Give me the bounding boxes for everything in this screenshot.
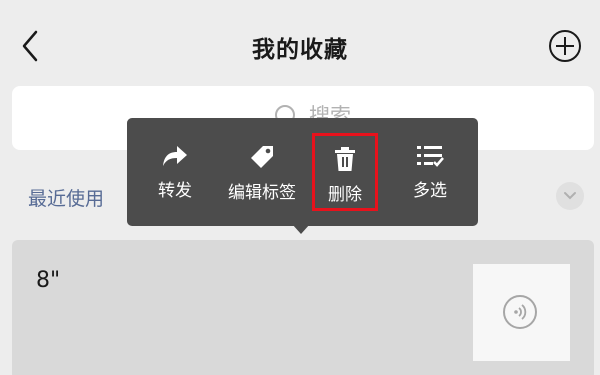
menu-item-multi-select[interactable]: 多选 — [399, 118, 461, 226]
forward-icon — [163, 146, 187, 166]
menu-item-label: 编辑标签 — [228, 183, 296, 203]
favorite-item-thumbnail — [473, 264, 570, 361]
favorite-item-card[interactable]: 8" — [12, 240, 594, 375]
menu-item-label: 删除 — [328, 185, 362, 205]
context-menu: 转发 编辑标签 删除 多选 — [127, 118, 478, 226]
context-menu-pointer — [292, 224, 310, 234]
voice-icon — [503, 295, 537, 329]
nav-bar: 我的收藏 — [0, 0, 600, 84]
page-title: 我的收藏 — [252, 37, 348, 63]
recent-used-label[interactable]: 最近使用 — [28, 184, 104, 211]
menu-item-forward[interactable]: 转发 — [149, 118, 201, 226]
menu-item-label: 转发 — [158, 181, 192, 201]
trash-icon — [335, 147, 355, 171]
multi-select-icon — [417, 146, 444, 167]
add-icon[interactable] — [548, 29, 582, 63]
tag-icon — [251, 146, 273, 168]
menu-item-label: 多选 — [413, 181, 447, 201]
menu-item-delete[interactable]: 删除 — [312, 133, 378, 211]
menu-item-edit-tag[interactable]: 编辑标签 — [223, 118, 301, 226]
favorite-item-title: 8" — [36, 268, 61, 293]
chevron-down-icon[interactable] — [556, 182, 584, 210]
